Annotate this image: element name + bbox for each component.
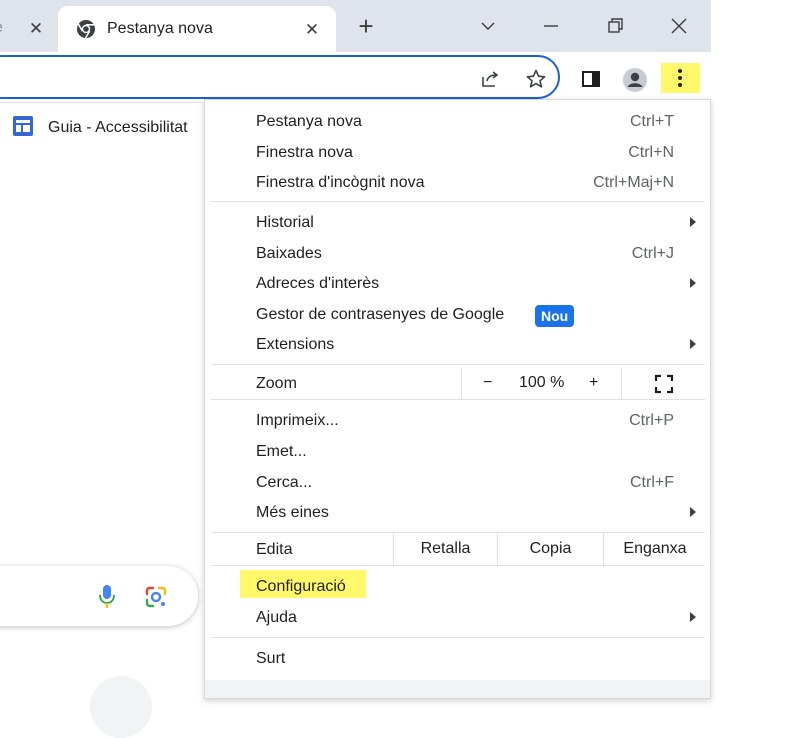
menu-item-find[interactable]: Cerca... Ctrl+F — [205, 468, 710, 498]
zoom-divider — [621, 367, 622, 400]
menu-item-incognito-window[interactable]: Finestra d'incògnit nova Ctrl+Maj+N — [205, 168, 710, 198]
menu-item-edit: Edita Retalla Copia Enganxa — [205, 532, 710, 565]
paste-button[interactable]: Enganxa — [604, 532, 706, 565]
chevron-right-icon — [690, 339, 696, 349]
chevron-right-icon — [690, 612, 696, 622]
chevron-right-icon — [690, 278, 696, 288]
menu-item-downloads[interactable]: Baixades Ctrl+J — [205, 239, 710, 269]
tab-strip: e ✕ Pestanya nova ✕ + — [0, 0, 711, 52]
menu-separator — [211, 399, 705, 400]
chevron-down-icon[interactable] — [476, 14, 500, 38]
menu-item-settings[interactable]: Configuració — [205, 572, 710, 602]
menu-item-cast[interactable]: Emet... — [205, 437, 710, 467]
copy-button[interactable]: Copia — [498, 532, 603, 565]
menu-separator — [211, 565, 705, 566]
restore-icon[interactable] — [603, 14, 627, 38]
tab-previous-title: e — [0, 19, 3, 37]
search-box[interactable] — [0, 566, 198, 626]
zoom-in-button[interactable]: + — [589, 374, 598, 392]
tab-active[interactable]: Pestanya nova ✕ — [58, 6, 336, 52]
menu-separator — [211, 637, 705, 638]
zoom-divider — [461, 367, 462, 400]
cut-button[interactable]: Retalla — [394, 532, 497, 565]
menu-item-extensions[interactable]: Extensions — [205, 330, 710, 360]
bookmark-label: Guia - Accessibilitat — [48, 119, 188, 136]
chevron-right-icon — [690, 507, 696, 517]
more-vertical-icon[interactable] — [669, 66, 691, 90]
chevron-right-icon — [690, 217, 696, 227]
minimize-icon[interactable] — [539, 14, 563, 38]
tab-title: Pestanya nova — [107, 20, 213, 37]
address-bar[interactable] — [0, 55, 560, 99]
menu-separator — [211, 201, 705, 202]
fullscreen-icon[interactable] — [654, 374, 674, 399]
close-icon[interactable]: ✕ — [27, 19, 45, 38]
bookmark-page-icon — [12, 115, 34, 142]
menu-item-exit[interactable]: Surt — [205, 644, 710, 674]
menu-item-password-manager[interactable]: Gestor de contrasenyes de Google Nou — [205, 300, 710, 330]
zoom-out-button[interactable]: − — [483, 374, 492, 392]
menu-item-new-window[interactable]: Finestra nova Ctrl+N — [205, 138, 710, 168]
profile-icon[interactable] — [622, 67, 648, 93]
chrome-menu: Pestanya nova Ctrl+T Finestra nova Ctrl+… — [204, 99, 711, 699]
microphone-icon[interactable] — [97, 584, 117, 615]
toolbar — [0, 52, 711, 102]
menu-separator — [211, 364, 705, 365]
shortcut-tile[interactable] — [90, 676, 152, 738]
side-panel-icon[interactable] — [580, 68, 602, 90]
menu-item-print[interactable]: Imprimeix... Ctrl+P — [205, 406, 710, 436]
bookmark-item[interactable]: Guia - Accessibilitat — [12, 115, 188, 142]
close-icon[interactable] — [667, 14, 691, 38]
bookmarks-bar-divider — [0, 102, 210, 103]
zoom-level: 100 % — [519, 374, 565, 391]
menu-item-zoom: Zoom − 100 % + — [205, 367, 710, 400]
lens-icon[interactable] — [144, 585, 168, 614]
menu-item-help[interactable]: Ajuda — [205, 603, 710, 633]
star-icon[interactable] — [524, 67, 548, 91]
share-icon[interactable] — [478, 67, 502, 91]
menu-item-new-tab[interactable]: Pestanya nova Ctrl+T — [205, 107, 710, 137]
tab-previous[interactable]: e ✕ — [0, 8, 56, 48]
menu-item-more-tools[interactable]: Més eines — [205, 498, 710, 528]
menu-item-bookmarks[interactable]: Adreces d'interès — [205, 269, 710, 299]
close-icon[interactable]: ✕ — [303, 20, 321, 39]
new-tab-button[interactable]: + — [354, 13, 378, 39]
new-badge: Nou — [535, 305, 575, 327]
menu-footer-strip — [205, 680, 710, 698]
menu-item-history[interactable]: Historial — [205, 208, 710, 238]
chrome-icon — [76, 19, 96, 44]
